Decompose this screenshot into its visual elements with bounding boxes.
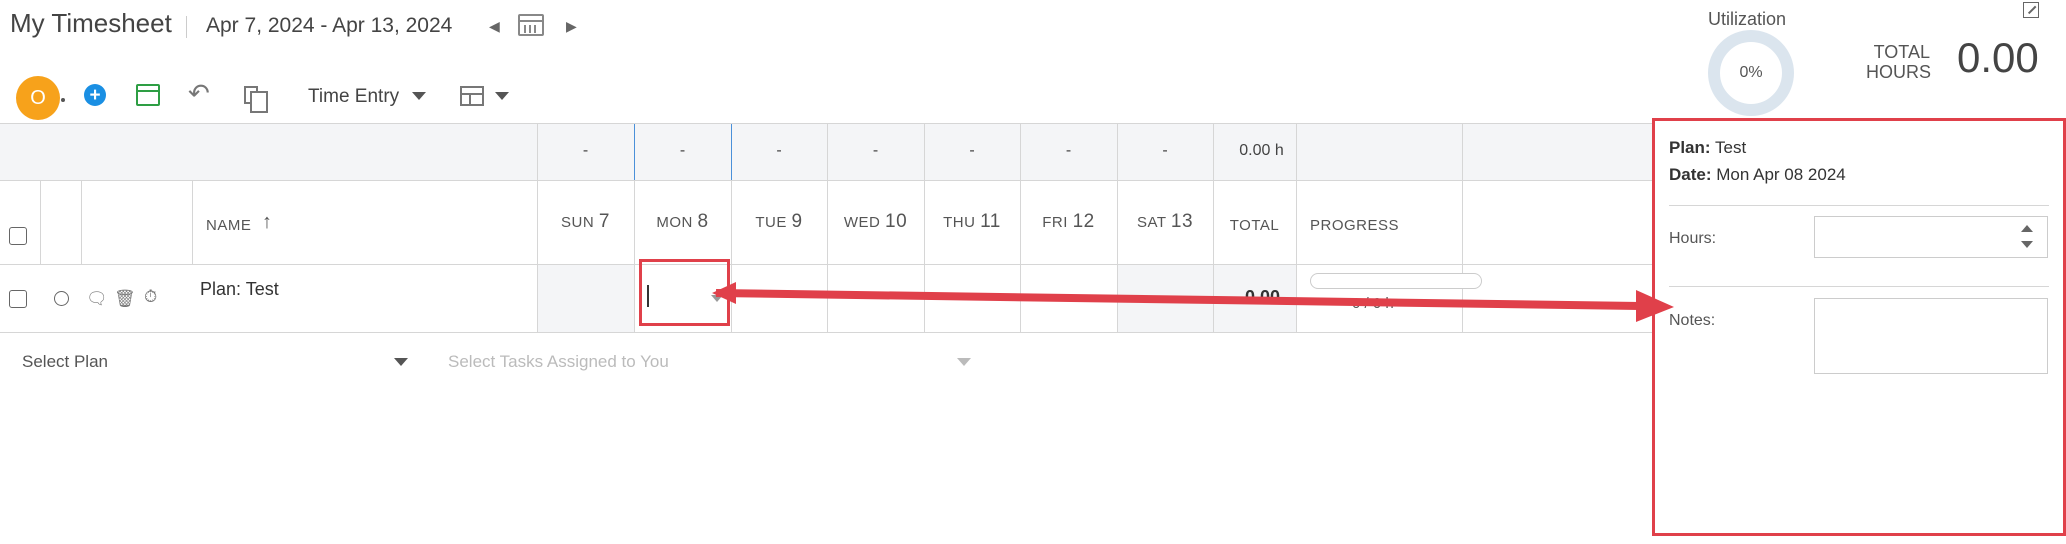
column-header-sun: SUN 7 bbox=[561, 211, 610, 232]
highlighted-cell-box bbox=[639, 259, 730, 326]
column-header-total: TOTAL bbox=[1229, 217, 1280, 234]
divider bbox=[1669, 286, 2049, 287]
select-tasks-dropdown[interactable]: Select Tasks Assigned to You bbox=[448, 352, 669, 372]
select-plan-dropdown[interactable]: Select Plan bbox=[22, 352, 108, 372]
panel-date: Date: Mon Apr 08 2024 bbox=[1669, 165, 1846, 184]
summary-tue: - bbox=[776, 142, 782, 159]
notes-label: Notes: bbox=[1669, 312, 1716, 329]
page-title: My Timesheet bbox=[10, 8, 172, 38]
summary-sat: - bbox=[1162, 142, 1168, 159]
layout-grid-icon[interactable] bbox=[460, 86, 484, 106]
summary-thu: - bbox=[969, 142, 975, 159]
copy-icon[interactable] bbox=[244, 86, 268, 113]
spin-down-icon[interactable] bbox=[2021, 241, 2033, 248]
total-hours-label-line1: TOTAL bbox=[1873, 42, 1930, 62]
progress-bar bbox=[1310, 273, 1482, 289]
column-header-sat: SAT 13 bbox=[1136, 211, 1194, 232]
avatar-menu-dot[interactable] bbox=[61, 98, 65, 102]
expand-icon[interactable] bbox=[2023, 2, 2039, 18]
utilization-gauge: 0% bbox=[1708, 30, 1794, 116]
spin-up-icon[interactable] bbox=[2021, 225, 2033, 232]
chevron-down-icon[interactable] bbox=[412, 92, 426, 100]
progress-text: 0 / 0 h bbox=[1352, 295, 1394, 312]
select-all-checkbox[interactable] bbox=[9, 227, 27, 245]
column-header-fri: FRI 12 bbox=[1042, 211, 1095, 232]
summary-mon: - bbox=[679, 142, 686, 159]
hours-field[interactable] bbox=[1814, 216, 2048, 258]
chevron-down-icon[interactable] bbox=[957, 358, 971, 366]
panel-plan: Plan: Test bbox=[1669, 138, 1747, 157]
prev-week-icon[interactable]: ◀ bbox=[489, 18, 500, 35]
chevron-down-icon[interactable] bbox=[394, 358, 408, 366]
utilization-value: 0% bbox=[1739, 64, 1763, 81]
timer-icon[interactable]: ⏱ bbox=[144, 287, 157, 307]
column-header-thu: THU 11 bbox=[943, 211, 1001, 232]
column-header-name[interactable]: NAME bbox=[206, 217, 251, 234]
table-row: 🗨 🗑 ⏱ Plan: Test 0.00 0 / 0 h bbox=[0, 265, 1652, 333]
summary-fri: - bbox=[1065, 142, 1072, 159]
row-total: 0.00 bbox=[1245, 287, 1281, 307]
plan-name[interactable]: Plan: Test bbox=[200, 279, 279, 300]
total-hours-label-line2: HOURS bbox=[1866, 62, 1932, 82]
summary-sun: - bbox=[582, 142, 589, 159]
row-checkbox[interactable] bbox=[9, 290, 27, 308]
chevron-down-icon[interactable] bbox=[495, 92, 509, 100]
hours-label: Hours: bbox=[1669, 230, 1717, 247]
summary-wed: - bbox=[872, 142, 879, 159]
sort-ascending-icon[interactable]: ↑ bbox=[262, 211, 272, 234]
notes-field[interactable] bbox=[1814, 298, 2048, 374]
next-week-icon[interactable]: ▶ bbox=[566, 18, 577, 35]
summary-total: 0.00 h bbox=[1239, 142, 1284, 159]
calendar-icon[interactable] bbox=[518, 14, 544, 36]
column-header-wed: WED 10 bbox=[843, 211, 908, 232]
utilization-label: Utilization bbox=[1708, 9, 1787, 29]
avatar[interactable]: O bbox=[16, 76, 60, 120]
comment-icon[interactable]: 🗨 bbox=[86, 289, 108, 309]
divider bbox=[1669, 205, 2049, 206]
total-hours-label: TOTAL HOURS bbox=[1866, 42, 1932, 82]
calendar-add-icon[interactable] bbox=[136, 84, 160, 106]
date-range: Apr 7, 2024 - Apr 13, 2024 bbox=[206, 14, 453, 37]
column-header-mon: MON 8 bbox=[656, 211, 709, 232]
table-header: NAME ↑ SUN 7 MON 8 TUE 9 WED 10 THU 11 F… bbox=[0, 181, 1652, 265]
trash-icon[interactable]: 🗑 bbox=[114, 289, 136, 309]
total-hours-value: 0.00 bbox=[1957, 34, 2039, 81]
add-icon[interactable]: + bbox=[84, 84, 106, 106]
title-divider bbox=[186, 16, 187, 38]
summary-row: - - - - - - - 0.00 h bbox=[0, 123, 1652, 181]
undo-icon[interactable]: ↶ bbox=[188, 78, 210, 109]
status-circle-icon[interactable] bbox=[54, 291, 69, 306]
column-header-tue: TUE 9 bbox=[755, 211, 803, 232]
view-mode-dropdown[interactable]: Time Entry bbox=[308, 86, 399, 108]
column-header-progress: PROGRESS bbox=[1310, 217, 1400, 234]
